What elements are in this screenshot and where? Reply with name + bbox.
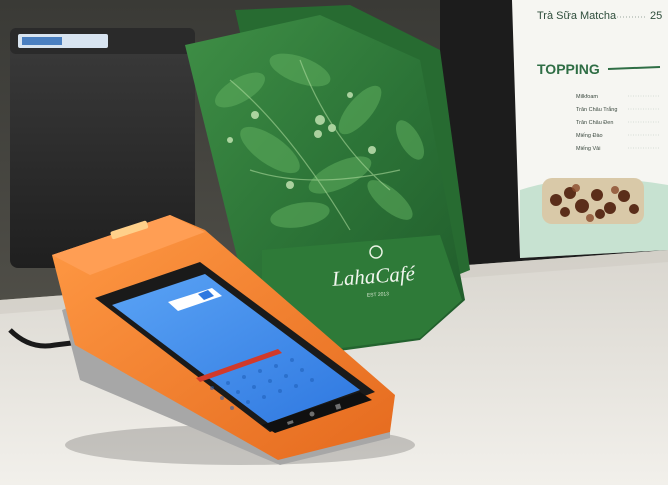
menu-top-item-price: 25 <box>650 10 662 22</box>
menu-item: Miếng Đào <box>576 133 603 139</box>
photo-scene: LahaCafé EST 2013 Trà Sữa Matcha 25 TOPP… <box>0 0 668 485</box>
menu-top-item: Trà Sữa Matcha <box>537 10 617 22</box>
menu-item: Milkfoam <box>576 94 598 100</box>
menu-item: Miếng Vải <box>576 146 600 152</box>
menu-item: Trân Châu Đen <box>576 120 613 126</box>
menu-section-title: TOPPING <box>537 61 600 77</box>
topping-photo <box>542 178 644 224</box>
menu-card: Trà Sữa Matcha 25 TOPPING Milkfoam Trân C… <box>512 0 668 258</box>
menu-item: Trân Châu Trắng <box>576 106 617 113</box>
